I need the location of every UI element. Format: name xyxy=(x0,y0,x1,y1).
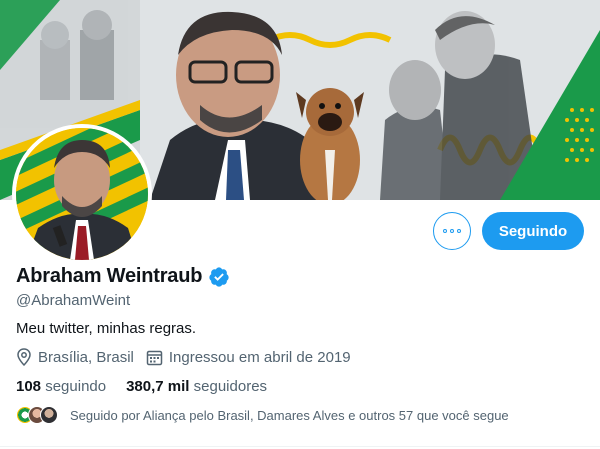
mutual-avatars xyxy=(16,406,58,424)
follow-stats: 108 seguindo 380,7 mil seguidores xyxy=(16,378,287,395)
profile-meta: Brasília, Brasil Ingressou em abril de 2… xyxy=(16,348,363,366)
joined-item: Ingressou em abril de 2019 xyxy=(146,349,351,366)
avatar-image xyxy=(16,128,148,260)
following-label: seguindo xyxy=(45,378,107,395)
following-button[interactable]: Seguindo xyxy=(482,212,584,250)
following-stat[interactable]: 108 seguindo xyxy=(16,378,106,395)
followers-stat[interactable]: 380,7 mil seguidores xyxy=(126,378,267,395)
more-options-button[interactable] xyxy=(433,212,471,250)
calendar-icon xyxy=(146,350,163,365)
followed-by-text: Seguido por Aliança pelo Brasil, Damares… xyxy=(70,407,509,423)
user-handle: @AbrahamWeint xyxy=(16,292,131,309)
location-pin-icon xyxy=(17,348,31,366)
followers-you-know[interactable]: Seguido por Aliança pelo Brasil, Damares… xyxy=(16,406,509,424)
avatar xyxy=(40,406,58,424)
joined-text: Ingressou em abril de 2019 xyxy=(168,348,351,366)
name-row: Abraham Weintraub xyxy=(16,265,230,288)
verified-badge-icon xyxy=(209,266,229,287)
more-icon xyxy=(443,229,461,233)
divider xyxy=(0,446,600,447)
profile-bio: Meu twitter, minhas regras. xyxy=(16,320,197,337)
location-text: Brasília, Brasil xyxy=(38,348,134,366)
following-count: 108 xyxy=(16,378,42,395)
display-name: Abraham Weintraub xyxy=(16,265,203,287)
profile-avatar[interactable] xyxy=(12,124,152,264)
location-item: Brasília, Brasil xyxy=(16,348,134,366)
followers-count: 380,7 mil xyxy=(126,378,190,395)
followers-label: seguidores xyxy=(193,378,268,395)
